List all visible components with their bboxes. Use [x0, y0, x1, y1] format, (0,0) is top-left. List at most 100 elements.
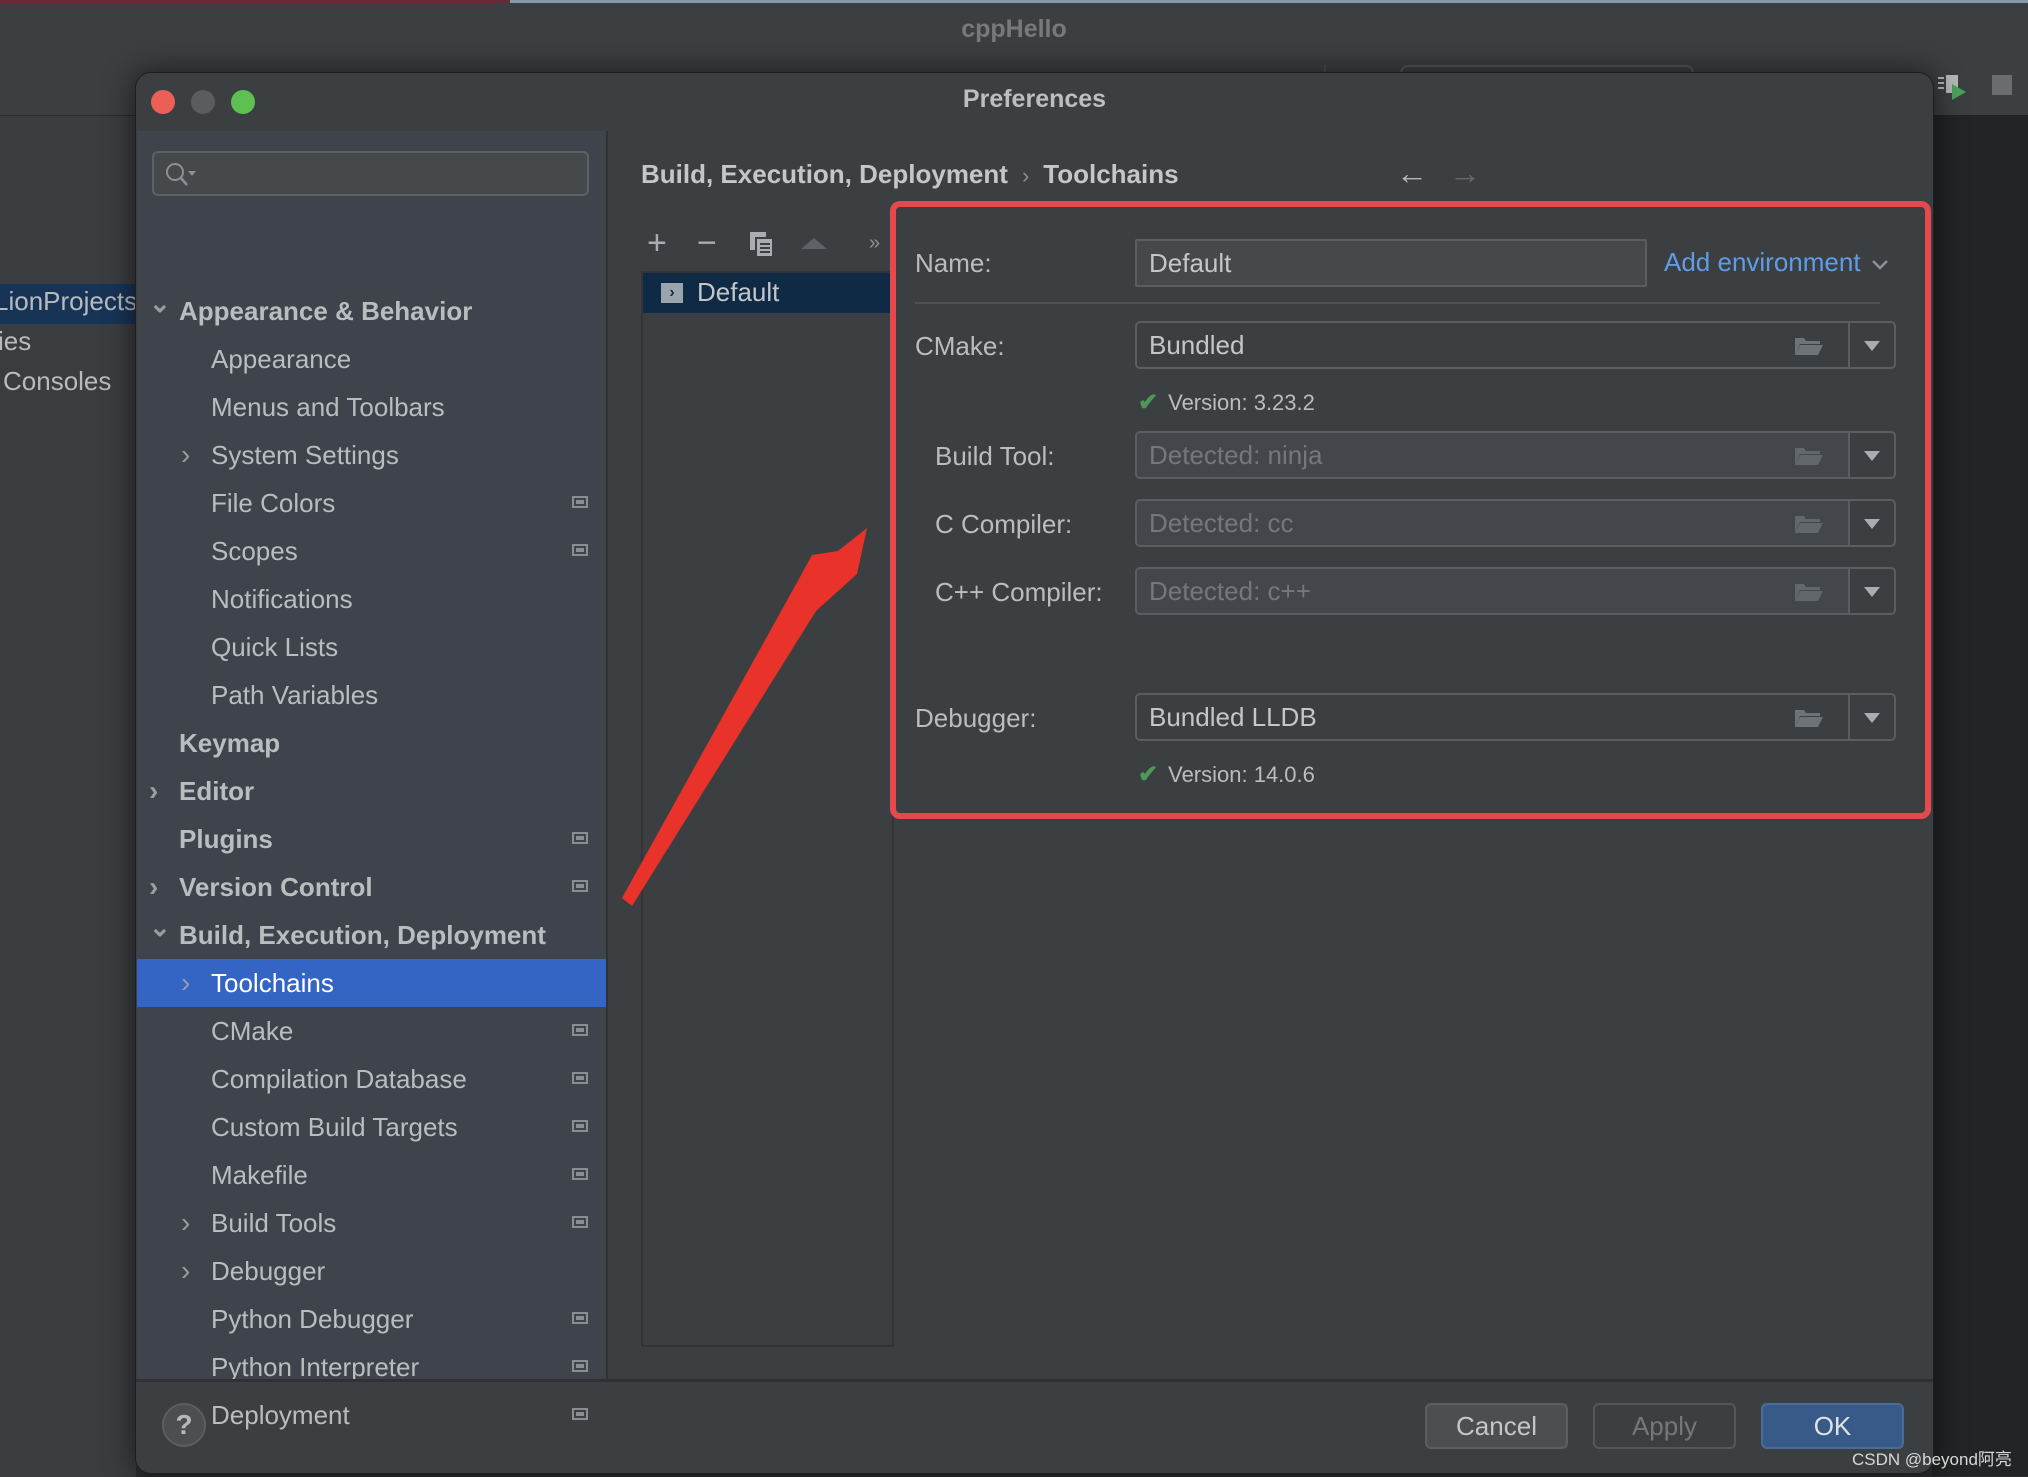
watermark: CSDN @beyond阿亮 — [1852, 1450, 2012, 1469]
chevron-down-icon[interactable]: ⌄ — [149, 903, 171, 951]
sidebar-item-label: Makefile — [211, 1160, 308, 1190]
sidebar-item-label: Notifications — [211, 584, 353, 614]
ide-project-tree-item[interactable]: Consoles — [3, 366, 111, 397]
project-level-settings-icon — [572, 1360, 588, 1372]
ide-project-tree-item[interactable]: LionProjects — [0, 286, 137, 317]
sidebar-item[interactable]: CMake — [137, 1007, 606, 1055]
back-arrow-icon[interactable]: ← — [1396, 155, 1428, 192]
chevron-right-icon[interactable]: › — [149, 767, 169, 815]
sidebar-item-label: Appearance & Behavior — [179, 296, 473, 326]
apply-button[interactable]: Apply — [1593, 1403, 1736, 1449]
sidebar-item-label: Build Tools — [211, 1208, 337, 1238]
cancel-button[interactable]: Cancel — [1425, 1403, 1568, 1449]
copy-toolchain-icon[interactable] — [749, 231, 775, 259]
sidebar-item-label: Custom Build Targets — [211, 1112, 458, 1142]
help-button[interactable]: ? — [162, 1403, 206, 1447]
sidebar-item[interactable]: Scopes — [137, 527, 606, 575]
sidebar-item-label: CMake — [211, 1016, 294, 1046]
sidebar-item-label: Build, Execution, Deployment — [179, 920, 546, 950]
breadcrumb-separator: › — [1021, 163, 1030, 188]
settings-search-input[interactable] — [152, 151, 589, 196]
sidebar-item-label: Menus and Toolbars — [211, 392, 445, 422]
sidebar-item[interactable]: ›Deployment — [137, 1391, 606, 1439]
sidebar-item-label: Path Variables — [211, 680, 379, 710]
sidebar-item[interactable]: Path Variables — [137, 671, 606, 719]
sidebar-item[interactable]: Makefile — [137, 1151, 606, 1199]
ide-editor-area — [1932, 115, 2028, 1476]
toolchain-list-item[interactable]: › Default — [643, 273, 894, 313]
forward-arrow-icon[interactable]: → — [1449, 155, 1481, 192]
add-toolchain-button[interactable]: + — [647, 223, 667, 263]
project-level-settings-icon — [572, 1216, 588, 1228]
sidebar-item-label: System Settings — [211, 440, 399, 470]
ide-project-tree-item[interactable]: ies — [0, 326, 31, 357]
toolchain-list: › Default — [641, 271, 894, 1347]
project-level-settings-icon — [572, 544, 588, 556]
sidebar-item-label: Compilation Database — [211, 1064, 467, 1094]
sidebar-item[interactable]: Custom Build Targets — [137, 1103, 606, 1151]
sidebar-item[interactable]: ⌄ Build, Execution, Deployment — [137, 911, 606, 959]
sidebar-item[interactable]: › Build Tools — [137, 1199, 606, 1247]
sidebar-item-label: File Colors — [211, 488, 336, 518]
remove-toolchain-button[interactable]: − — [697, 223, 717, 263]
ok-button[interactable]: OK — [1761, 1403, 1904, 1449]
sidebar-item-label: Plugins — [179, 824, 273, 854]
project-level-settings-icon — [572, 880, 588, 892]
more-actions-icon[interactable]: » — [869, 223, 880, 263]
sidebar-item-label: Deployment — [211, 1400, 350, 1430]
highlight-box-annotation — [890, 201, 1931, 819]
breadcrumb-parent[interactable]: Build, Execution, Deployment — [641, 159, 1008, 189]
move-up-icon[interactable] — [801, 237, 827, 251]
project-level-settings-icon — [572, 1408, 588, 1420]
sidebar-item-label: Scopes — [211, 536, 298, 566]
ide-run-toolbar — [1932, 60, 2028, 115]
sidebar-item-label: Toolchains — [211, 968, 334, 998]
sidebar-item[interactable]: ⌄ Appearance & Behavior — [137, 287, 606, 335]
project-level-settings-icon — [572, 832, 588, 844]
sidebar-item-label: Debugger — [211, 1256, 326, 1286]
sidebar-item[interactable]: Plugins — [137, 815, 606, 863]
chevron-right-icon[interactable]: › — [181, 959, 201, 1007]
sidebar-item[interactable]: › Version Control — [137, 863, 606, 911]
sidebar-item[interactable]: Keymap — [137, 719, 606, 767]
breadcrumb-current: Toolchains — [1043, 159, 1179, 189]
project-level-settings-icon — [572, 1120, 588, 1132]
toolchain-name: Default — [697, 277, 780, 307]
dialog-title: Preferences — [962, 85, 1107, 113]
sidebar-item[interactable]: Notifications — [137, 575, 606, 623]
sidebar-item-label: Keymap — [179, 728, 281, 758]
sidebar-item-label: Version Control — [179, 872, 373, 902]
ide-window-title: cppHello — [961, 15, 1067, 43]
sidebar-item[interactable]: File Colors — [137, 479, 606, 527]
settings-sidebar: ⌄ Appearance & Behavior Appearance Menus an… — [137, 131, 608, 1430]
sidebar-item-label: Quick Lists — [211, 632, 339, 662]
sidebar-item[interactable]: Python Debugger — [137, 1295, 606, 1343]
sidebar-item-label: Python Interpreter — [211, 1352, 420, 1382]
sidebar-item[interactable]: Appearance — [137, 335, 606, 383]
chevron-right-icon[interactable]: › — [181, 1199, 201, 1247]
sidebar-item-label: Editor — [179, 776, 255, 806]
breadcrumb: Build, Execution, Deployment › Toolchains — [641, 159, 1179, 190]
chevron-right-icon[interactable]: › — [181, 1247, 201, 1295]
sidebar-item[interactable]: › System Settings — [137, 431, 606, 479]
sidebar-item[interactable]: Compilation Database — [137, 1055, 606, 1103]
sidebar-item-label: Python Debugger — [211, 1304, 414, 1334]
sidebar-item[interactable]: › Editor — [137, 767, 606, 815]
chevron-down-icon[interactable]: ⌄ — [149, 279, 171, 327]
settings-search-text[interactable] — [204, 157, 578, 193]
sidebar-item[interactable]: › Toolchains — [137, 959, 606, 1007]
run-with-coverage-icon[interactable] — [1938, 70, 1974, 106]
sidebar-item[interactable]: Menus and Toolbars — [137, 383, 606, 431]
ide-project-tree: LionProjects ies Consoles — [0, 115, 137, 1477]
sidebar-item[interactable]: Quick Lists — [137, 623, 606, 671]
footer-divider — [136, 1379, 1933, 1382]
project-level-settings-icon — [572, 1312, 588, 1324]
project-level-settings-icon — [572, 1024, 588, 1036]
stop-icon[interactable] — [1992, 75, 2012, 95]
search-icon — [166, 163, 196, 186]
sidebar-item[interactable]: › Debugger — [137, 1247, 606, 1295]
sidebar-item[interactable]: Python Interpreter — [137, 1343, 606, 1391]
chevron-right-icon[interactable]: › — [181, 431, 201, 479]
project-level-settings-icon — [572, 1072, 588, 1084]
project-level-settings-icon — [572, 496, 588, 508]
